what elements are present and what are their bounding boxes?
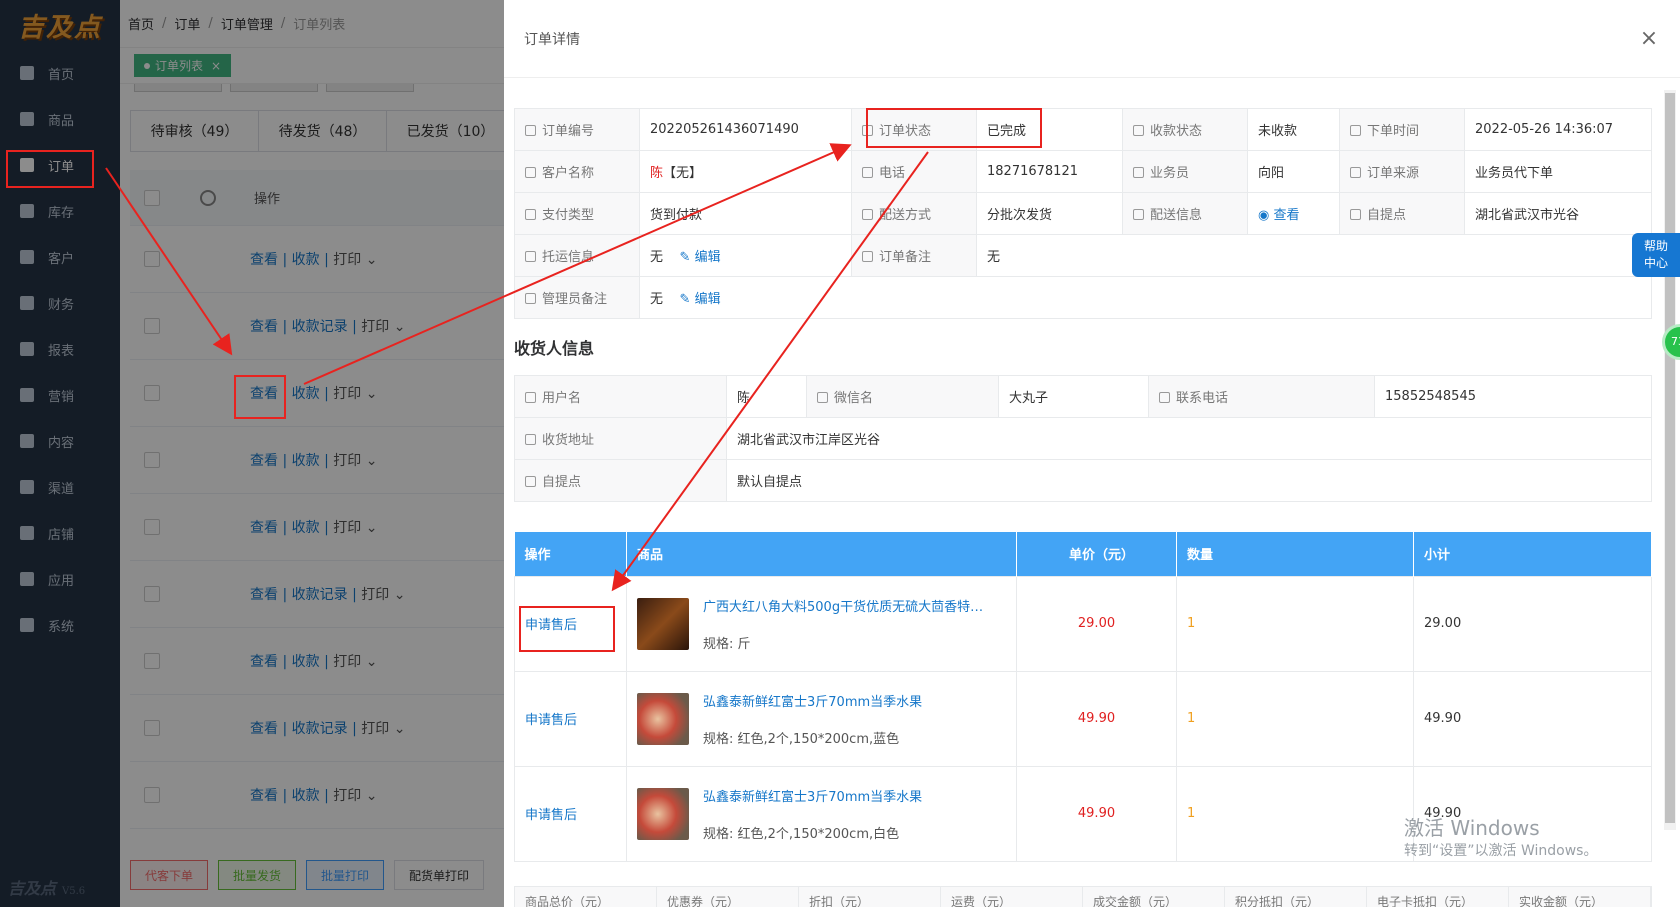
- drawer-scrollbar[interactable]: [1664, 90, 1676, 830]
- product-name-link[interactable]: 广西大红八角大料500g干货优质无硫大茴香特…: [703, 596, 983, 615]
- truck-icon: [525, 251, 536, 262]
- goods-header-product: 商品: [626, 532, 1017, 576]
- highlight-view-link: [234, 375, 286, 419]
- pay-type: 货到付款: [639, 192, 852, 235]
- product-name-link[interactable]: 弘鑫泰新鲜红富士3斤70mm当季水果: [703, 786, 922, 805]
- phone: 18271678121: [976, 150, 1123, 193]
- order-source: 业务员代下单: [1464, 150, 1652, 193]
- comment-icon: [862, 251, 873, 262]
- quantity: 1: [1176, 575, 1414, 672]
- receiver-wechat: 大丸子: [998, 375, 1149, 418]
- receiver-table: 用户名 陈 微信名 大丸子 联系电话 15852548545 收货地址 湖北省武…: [514, 375, 1652, 502]
- quantity: 1: [1176, 765, 1414, 862]
- product-image: [637, 692, 689, 745]
- customer-name: 陈【无】: [639, 150, 852, 193]
- truck-icon: [862, 209, 873, 220]
- location-icon: [1350, 209, 1361, 220]
- after-sale-button[interactable]: 申请售后: [525, 808, 577, 823]
- order-info-table: 订单编号 202205261436071490 订单状态 已完成 收款状态 未收…: [514, 108, 1652, 319]
- product-spec: 规格: 红色,2个,150*200cm,蓝色: [703, 731, 900, 747]
- product-spec: 规格: 斤: [703, 636, 751, 652]
- shipping-info: 无: [650, 250, 664, 265]
- edit-icon: ✎: [679, 250, 695, 265]
- wechat-icon: [817, 392, 828, 403]
- product-spec: 规格: 红色,2个,150*200cm,白色: [703, 826, 900, 842]
- pickup-point: 湖北省武汉市光谷: [1464, 192, 1652, 235]
- drawer-header: 订单详情 ×: [504, 0, 1680, 78]
- location-icon: [525, 434, 536, 445]
- subtotal: 49.90: [1413, 670, 1652, 767]
- goods-header-subtotal: 小计: [1413, 532, 1652, 576]
- product-image: [637, 597, 689, 650]
- subtotal: 29.00: [1413, 575, 1652, 672]
- order-no: 202205261436071490: [639, 108, 852, 151]
- product-image: [637, 787, 689, 840]
- phone-icon: [1159, 392, 1170, 403]
- admin-remark: 无: [650, 292, 664, 307]
- unit-price: 49.90: [1016, 670, 1177, 767]
- edit-admin-remark-link[interactable]: ✎ 编辑: [680, 292, 721, 307]
- wallet-icon: [525, 209, 536, 220]
- receiver-username: 陈: [726, 375, 807, 418]
- location-icon: [525, 476, 536, 487]
- goods-header-qty: 数量: [1176, 532, 1414, 576]
- pay-status: 未收款: [1247, 108, 1340, 151]
- box-icon: [1133, 209, 1144, 220]
- salesman: 向阳: [1247, 150, 1340, 193]
- order-remark: 无: [976, 234, 1652, 277]
- receiver-section-title: 收货人信息: [514, 339, 595, 358]
- delivery-method: 分批次发货: [976, 192, 1123, 235]
- eye-icon: ◉: [1258, 208, 1274, 223]
- highlight-after-sale: [519, 606, 615, 652]
- close-icon[interactable]: ×: [1638, 26, 1660, 51]
- help-center-button[interactable]: 帮助 中心: [1632, 233, 1680, 277]
- drawer-body: 订单编号 202205261436071490 订单状态 已完成 收款状态 未收…: [514, 108, 1652, 862]
- highlight-order-nav: [6, 150, 94, 188]
- user-icon: [525, 167, 536, 178]
- view-delivery-link[interactable]: ◉ 查看: [1258, 208, 1300, 223]
- drawer-title: 订单详情: [524, 31, 580, 48]
- goods-row: 申请售后 广西大红八角大料500g干货优质无硫大茴香特… 规格: 斤 29.00 …: [514, 575, 1652, 672]
- order-detail-drawer: 订单详情 × 订单编号 202205261436071490 订单状态 已完成 …: [504, 0, 1680, 907]
- goods-header-action: 操作: [514, 532, 627, 576]
- app-root: 吉及点 首页 商品 订单 库存 客户 财务 报表 营销 内容 渠道 店铺 应用 系统 吉及点 V5.6 首…: [0, 0, 1680, 907]
- edit-shipping-link[interactable]: ✎ 编辑: [680, 250, 721, 265]
- user-icon: [525, 392, 536, 403]
- receiver-phone: 15852548545: [1374, 375, 1652, 418]
- receiver-address: 湖北省武汉市江岸区光谷: [726, 417, 1652, 460]
- windows-watermark-sub: 转到“设置”以激活 Windows。: [1404, 843, 1598, 859]
- highlight-order-status: [866, 108, 1042, 148]
- phone-icon: [862, 167, 873, 178]
- goods-header-price: 单价（元）: [1016, 532, 1177, 576]
- quantity: 1: [1176, 670, 1414, 767]
- summary-header-row: 商品总价（元） 优惠券（元） 折扣（元） 运费（元） 成交金额（元） 积分抵扣（…: [514, 886, 1652, 907]
- source-icon: [1350, 167, 1361, 178]
- windows-watermark: 激活 Windows: [1404, 816, 1540, 840]
- user-icon: [525, 125, 536, 136]
- goods-row: 申请售后 弘鑫泰新鲜红富士3斤70mm当季水果 规格: 红色,2个,150*200…: [514, 670, 1652, 767]
- clock-icon: [1350, 125, 1361, 136]
- unit-price: 49.90: [1016, 765, 1177, 862]
- briefcase-icon: [1133, 167, 1144, 178]
- comment-icon: [525, 293, 536, 304]
- card-icon: [1133, 125, 1144, 136]
- edit-icon: ✎: [679, 292, 695, 307]
- order-time: 2022-05-26 14:36:07: [1464, 108, 1652, 151]
- after-sale-button[interactable]: 申请售后: [525, 713, 577, 728]
- unit-price: 29.00: [1016, 575, 1177, 672]
- product-name-link[interactable]: 弘鑫泰新鲜红富士3斤70mm当季水果: [703, 691, 922, 710]
- receiver-pickup: 默认自提点: [726, 459, 1652, 502]
